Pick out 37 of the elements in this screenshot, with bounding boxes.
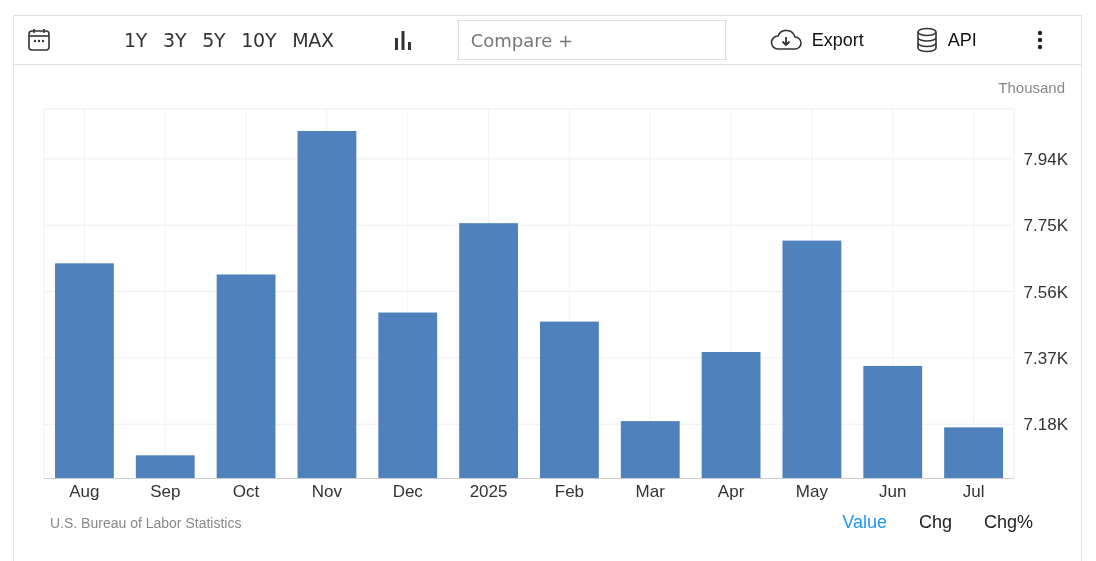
compare-field[interactable]: Compare + <box>457 20 726 60</box>
api-button[interactable]: API <box>911 27 981 53</box>
x-axis-label: Sep <box>150 482 181 501</box>
export-button[interactable]: Export <box>765 29 868 51</box>
cloud-download-icon <box>769 29 802 51</box>
database-icon <box>915 27 938 53</box>
x-axis-label: May <box>795 482 828 501</box>
y-axis-label: 7.18K <box>1023 415 1068 435</box>
x-axis-label: Jul <box>962 482 985 501</box>
unit-label: Thousand <box>998 79 1065 96</box>
x-axis-label: 2025 <box>469 482 508 501</box>
y-axis-label: 7.56K <box>1023 282 1068 302</box>
range-button[interactable]: MAX <box>284 29 342 51</box>
range-button[interactable]: 10Y <box>233 29 285 51</box>
view-tab[interactable]: Chg% <box>983 512 1033 533</box>
y-axis-label: 7.37K <box>1023 348 1068 368</box>
x-axis-label: Jun <box>879 482 907 501</box>
y-axis-label: 7.75K <box>1023 216 1068 236</box>
x-axis-label: Nov <box>311 482 343 501</box>
chart-bar <box>620 421 680 478</box>
x-axis-label: Apr <box>717 482 745 501</box>
range-button[interactable]: 1Y <box>116 29 156 51</box>
view-tab[interactable]: Chg <box>918 512 952 533</box>
range-button[interactable]: 5Y <box>194 29 234 51</box>
y-axis-label: 7.94K <box>1023 149 1068 169</box>
x-axis-label: Dec <box>392 482 423 501</box>
source-text: U.S. Bureau of Labor Statistics <box>50 514 243 531</box>
calendar-icon[interactable] <box>28 28 50 52</box>
more-options-icon[interactable] <box>1036 30 1043 50</box>
bar-chart-icon[interactable] <box>393 30 412 50</box>
x-axis-label: Feb <box>554 482 585 501</box>
x-axis-label: Mar <box>635 482 665 501</box>
x-axis-label: Oct <box>232 482 260 501</box>
range-button[interactable]: 3Y <box>155 29 195 51</box>
x-axis-label: Aug <box>69 482 100 501</box>
chart-bar <box>944 427 1003 478</box>
chart-bar <box>135 455 195 478</box>
